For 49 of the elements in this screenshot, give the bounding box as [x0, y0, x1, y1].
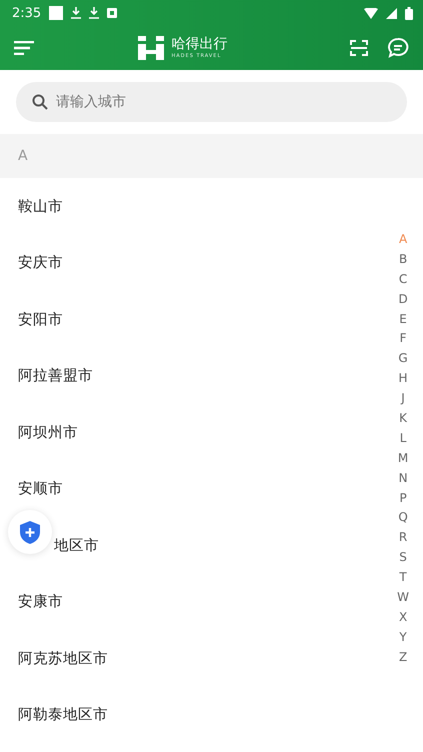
city-item[interactable]: 安顺市	[18, 479, 63, 498]
search-field[interactable]: 请输入城市	[16, 82, 407, 122]
index-letter[interactable]: M	[398, 448, 408, 468]
shield-icon	[20, 520, 40, 544]
index-letter[interactable]: X	[398, 606, 408, 627]
index-letter[interactable]: J	[401, 388, 405, 408]
index-letter[interactable]: S	[399, 547, 407, 568]
download-icon	[89, 7, 100, 19]
index-letter[interactable]: R	[398, 527, 408, 548]
index-letter[interactable]: D	[398, 288, 408, 309]
city-item[interactable]: 安阳市	[18, 310, 63, 329]
message-icon[interactable]	[387, 37, 409, 59]
index-letter[interactable]: F	[400, 328, 407, 348]
index-letter[interactable]: P	[399, 488, 407, 508]
logo-title: 哈得出行	[172, 36, 228, 52]
index-letter[interactable]: L	[400, 428, 406, 448]
logo-icon	[138, 36, 164, 60]
index-letter[interactable]: Q	[398, 507, 408, 528]
city-item[interactable]: 阿坝州市	[18, 422, 78, 442]
city-item[interactable]: 鞍山市	[18, 196, 63, 216]
scan-icon[interactable]	[349, 38, 369, 58]
section-letter: A	[18, 148, 28, 164]
index-letter[interactable]: E	[399, 308, 407, 328]
city-item[interactable]: 阿勒泰地区市	[18, 705, 108, 724]
signal-icon	[386, 8, 397, 18]
index-letter[interactable]: B	[398, 248, 408, 269]
index-letter[interactable]: C	[398, 268, 408, 289]
index-letter[interactable]: K	[399, 408, 407, 428]
search-icon	[32, 94, 48, 110]
battery-icon	[405, 6, 413, 20]
notification-icon	[49, 6, 64, 20]
city-item[interactable]: 阿拉善盟市	[18, 366, 93, 386]
city-item[interactable]: 安康市	[18, 592, 63, 612]
wifi-icon	[364, 8, 378, 18]
app-notification-icon	[107, 8, 118, 18]
city-item[interactable]: 阿克苏地区市	[18, 648, 108, 668]
index-letter[interactable]: Z	[398, 646, 408, 667]
menu-icon[interactable]	[14, 41, 34, 55]
index-letter[interactable]: Y	[399, 626, 407, 647]
shield-button[interactable]	[8, 510, 52, 554]
index-letter[interactable]: G	[398, 348, 408, 368]
index-letter[interactable]: H	[398, 368, 408, 388]
index-letter[interactable]: W	[397, 587, 409, 607]
download-icon	[71, 7, 82, 19]
city-item[interactable]: 安庆市	[18, 253, 63, 272]
status-time: 2:35	[12, 6, 42, 20]
index-letter[interactable]: N	[398, 468, 408, 488]
city-item[interactable]: 地区市	[54, 536, 99, 555]
index-letter[interactable]: T	[399, 567, 407, 588]
